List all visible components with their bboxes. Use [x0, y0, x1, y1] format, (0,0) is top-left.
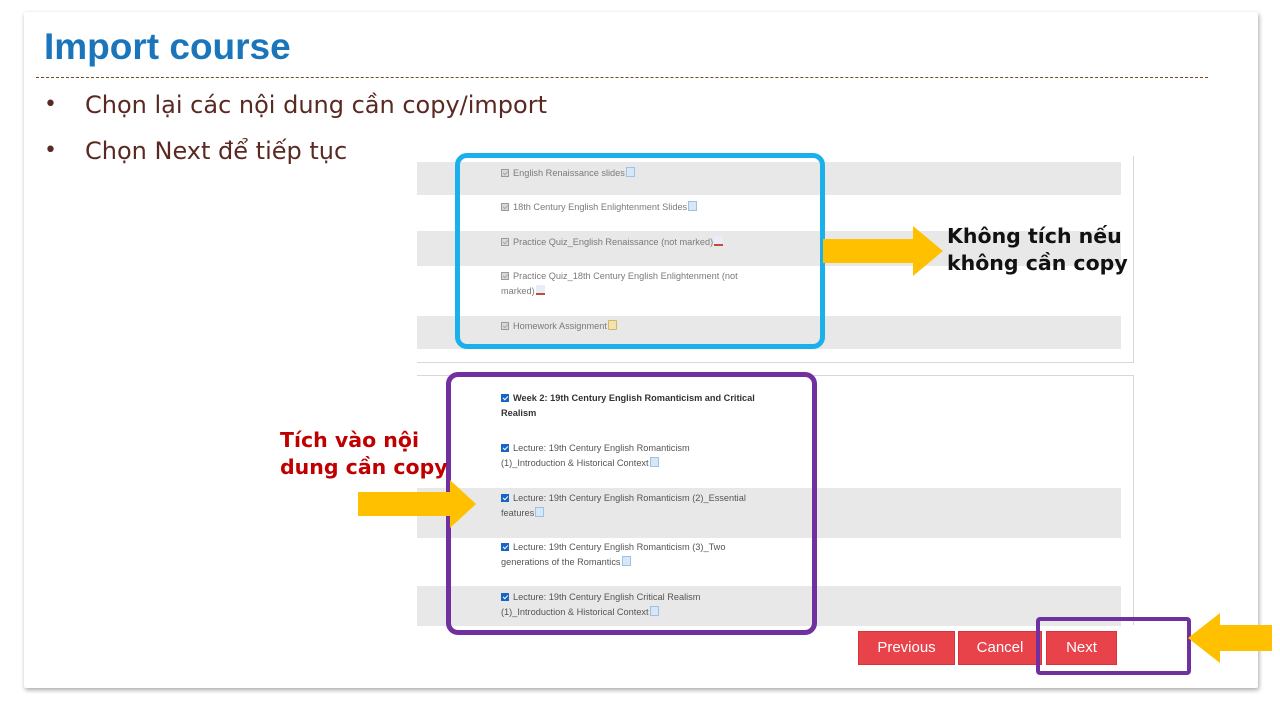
bullet-dot-icon: •: [44, 138, 57, 163]
right-arrow-icon: [823, 226, 943, 276]
bullet-text: Chọn Next để tiếp tục: [85, 137, 348, 165]
slide-title: Import course: [44, 26, 291, 67]
previous-button[interactable]: Previous: [858, 631, 955, 665]
check-highlight-box: [446, 372, 817, 635]
bullet-text: Chọn lại các nội dung cần copy/import: [85, 91, 547, 119]
right-arrow-icon: [358, 480, 476, 528]
title-divider: [36, 77, 1208, 78]
next-highlight-box: [1036, 617, 1191, 675]
uncheck-note-line: Không tích nếu: [947, 224, 1122, 248]
uncheck-note-line: không cần copy: [947, 251, 1128, 275]
bullet-dot-icon: •: [44, 92, 57, 117]
uncheck-highlight-box: [455, 153, 825, 349]
check-note-line: dung cần copy: [280, 455, 448, 479]
cancel-button[interactable]: Cancel: [958, 631, 1042, 665]
uncheck-note: Không tích nếu không cần copy: [947, 223, 1128, 277]
bullet-item: • Chọn lại các nội dung cần copy/import: [44, 88, 547, 134]
check-note: Tích vào nội dung cần copy: [280, 427, 448, 481]
left-arrow-icon: [1188, 613, 1272, 663]
check-note-line: Tích vào nội: [280, 428, 420, 452]
